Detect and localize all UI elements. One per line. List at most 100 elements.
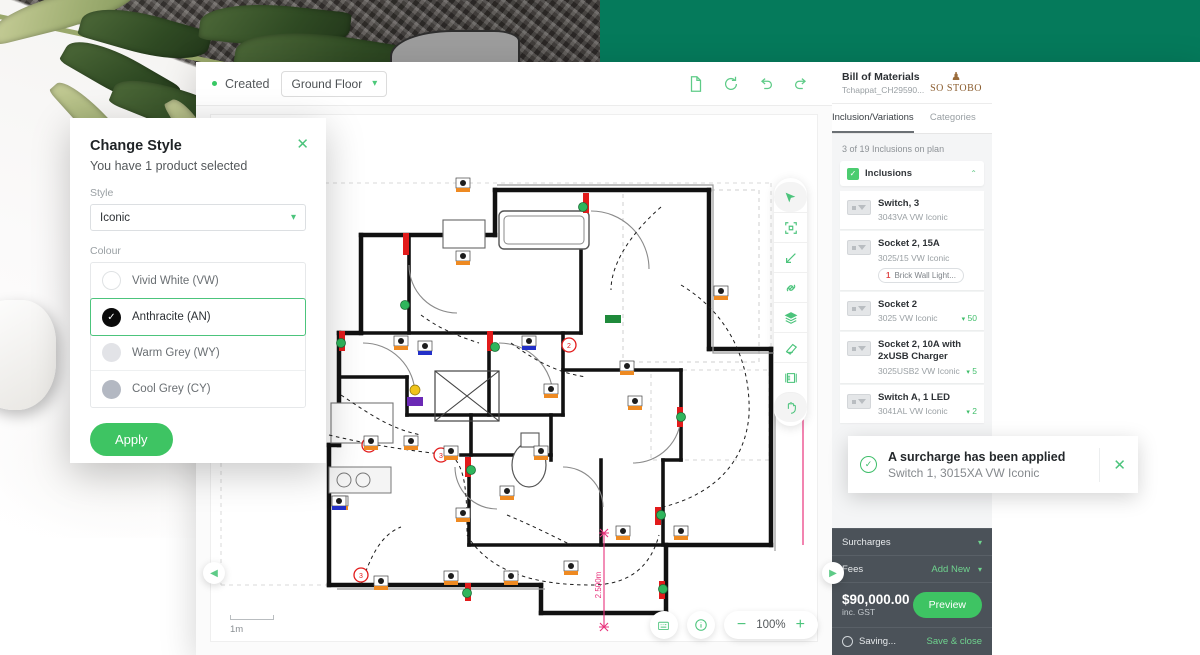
- list-item[interactable]: Switch, 3 3043VA VW Iconic: [840, 191, 984, 230]
- sidebar-title: Bill of Materials: [842, 71, 920, 84]
- list-item[interactable]: Switch A, 1 LED 3041AL VW Iconic ▾ 2: [840, 384, 984, 424]
- save-and-close-button[interactable]: Save & close: [927, 636, 982, 647]
- sidebar-footer: Surcharges ▾ Fees Add New ▾ $90,000.00 i…: [832, 528, 992, 655]
- olive-leaf: [198, 0, 352, 55]
- cursor-tool[interactable]: [774, 182, 807, 212]
- undo-icon[interactable]: [757, 75, 775, 93]
- layers-tool[interactable]: [774, 302, 807, 332]
- product-code: 3043VA VW Iconic: [878, 212, 948, 223]
- product-quantity[interactable]: ▾ 5: [966, 366, 977, 376]
- fees-label: Fees: [842, 563, 864, 575]
- colour-option-label: Vivid White (VW): [132, 274, 219, 287]
- group-label: Inclusions: [865, 168, 912, 179]
- olive-leaf: [77, 0, 213, 72]
- pan-tool[interactable]: [774, 392, 807, 422]
- quantity-value: 5: [972, 365, 977, 376]
- tab-categories[interactable]: Categories: [914, 104, 992, 133]
- colour-option-warm-grey[interactable]: Warm Grey (WY): [91, 335, 305, 371]
- total-note: inc. GST: [842, 607, 876, 618]
- change-style-modal: Change Style ✕ You have 1 product select…: [70, 118, 326, 463]
- zoom-out-button[interactable]: −: [737, 617, 746, 633]
- colour-option-label: Anthracite (AN): [132, 311, 211, 323]
- info-icon[interactable]: [686, 611, 715, 639]
- colour-option-vivid-white[interactable]: Vivid White (VW): [91, 263, 305, 299]
- zoom-level: 100%: [756, 619, 786, 631]
- close-icon[interactable]: ✕: [296, 137, 309, 152]
- canvas-bottom-controls[interactable]: − 100% +: [649, 611, 818, 639]
- colour-options[interactable]: Vivid White (VW) ✓ Anthracite (AN) Warm …: [90, 262, 306, 408]
- save-row: Saving... Save & close: [832, 627, 992, 655]
- product-quantity[interactable]: ▾ 50: [962, 313, 977, 323]
- collapse-right-button[interactable]: ▶: [822, 562, 844, 584]
- canvas-toolbar: Created Ground Floor ▾: [196, 62, 832, 106]
- swatch-icon: [102, 379, 121, 399]
- quantity-value: 50: [967, 313, 977, 324]
- zoom-in-button[interactable]: +: [796, 617, 805, 633]
- check-circle-icon: ✓: [860, 456, 877, 473]
- sidebar-subtitle: Tchappat_CH29590...: [842, 84, 925, 95]
- chevron-down-icon[interactable]: ▾: [978, 565, 982, 574]
- product-name: Socket 2: [878, 298, 918, 310]
- product-code: 3025 VW Iconic: [878, 313, 938, 324]
- arrow-tool[interactable]: [774, 242, 807, 272]
- toast-title: A surcharge has been applied: [888, 449, 1066, 464]
- style-select[interactable]: Iconic ▾: [90, 204, 306, 231]
- total-row: $90,000.00 inc. GST Preview: [832, 582, 992, 627]
- chevron-up-icon[interactable]: ⌃: [970, 169, 977, 178]
- product-name: Socket 2, 10A with 2xUSB Charger: [878, 339, 962, 363]
- eraser-tool[interactable]: [774, 332, 807, 362]
- badge-label: Brick Wall Light...: [894, 270, 956, 280]
- canvas-tool-palette[interactable]: [774, 178, 807, 426]
- zoom-control[interactable]: − 100% +: [723, 611, 818, 639]
- product-name: Switch A, 1 LED: [878, 391, 950, 403]
- list-item[interactable]: Socket 2 3025 VW Iconic ▾ 50: [840, 291, 984, 331]
- scale-bar: 1m: [230, 615, 274, 635]
- refresh-icon[interactable]: [722, 75, 740, 93]
- status-label: Created: [225, 76, 270, 91]
- brand-logo: ♟ SO STOBO: [930, 71, 982, 94]
- collapse-left-button[interactable]: ◀: [203, 562, 225, 584]
- keyboard-icon[interactable]: [649, 611, 678, 639]
- list-item[interactable]: Socket 2, 10A with 2xUSB Charger 3025USB…: [840, 332, 984, 383]
- swatch-icon: ✓: [102, 307, 121, 327]
- product-quantity[interactable]: ▾ 2: [966, 406, 977, 416]
- colour-option-cool-grey[interactable]: Cool Grey (CY): [91, 371, 305, 407]
- fit-frame-tool[interactable]: [774, 212, 807, 242]
- logo-text: SO STOBO: [930, 82, 982, 94]
- preview-button[interactable]: Preview: [912, 592, 982, 618]
- inclusions-group-header[interactable]: ✓ Inclusions ⌃: [840, 161, 984, 186]
- fees-row[interactable]: Fees Add New ▾: [832, 555, 992, 582]
- apply-button[interactable]: Apply: [90, 423, 173, 456]
- colour-option-anthracite[interactable]: ✓ Anthracite (AN): [90, 298, 306, 336]
- measure-tool[interactable]: [774, 362, 807, 392]
- scale-bar-label: 1m: [230, 624, 244, 635]
- checkbox-icon[interactable]: ✓: [847, 167, 859, 180]
- link-tool[interactable]: [774, 272, 807, 302]
- close-icon[interactable]: ✕: [1099, 447, 1126, 482]
- redo-icon[interactable]: [792, 75, 810, 93]
- sidebar-header: Bill of Materials Tchappat_CH29590... ♟ …: [832, 62, 992, 104]
- sidebar-tabs[interactable]: Inclusion/Variations Categories: [832, 104, 992, 134]
- chevron-down-icon: ▾: [290, 212, 296, 223]
- modal-subtitle: You have 1 product selected: [90, 159, 248, 173]
- product-code: 3041AL VW Iconic: [878, 406, 948, 417]
- scale-bar-line: [230, 615, 274, 620]
- product-code: 3025USB2 VW Iconic: [878, 365, 960, 376]
- colour-option-label: Cool Grey (CY): [132, 383, 211, 395]
- product-thumbnail: [847, 200, 871, 215]
- modal-title: Change Style: [90, 138, 182, 154]
- product-thumbnail: [847, 240, 871, 256]
- quantity-value: 2: [972, 406, 977, 417]
- colour-label: Colour: [90, 245, 121, 257]
- floor-select[interactable]: Ground Floor ▾: [281, 70, 388, 97]
- product-thumbnail: [847, 300, 871, 316]
- add-new-button[interactable]: Add New: [931, 564, 970, 575]
- page-icon[interactable]: [687, 75, 705, 93]
- product-code: 3025/15 VW Iconic: [878, 252, 950, 263]
- surcharges-row[interactable]: Surcharges ▾: [832, 528, 992, 555]
- tab-inclusion-variations[interactable]: Inclusion/Variations: [832, 104, 914, 133]
- chevron-down-icon[interactable]: ▾: [978, 538, 982, 547]
- list-item[interactable]: Socket 2, 15A 3025/15 VW Iconic 1 Brick …: [840, 231, 984, 290]
- status-badge[interactable]: 1 Brick Wall Light...: [878, 267, 964, 283]
- app-window: Created Ground Floor ▾ 2.500m 3 3 2 1m −…: [196, 62, 1200, 655]
